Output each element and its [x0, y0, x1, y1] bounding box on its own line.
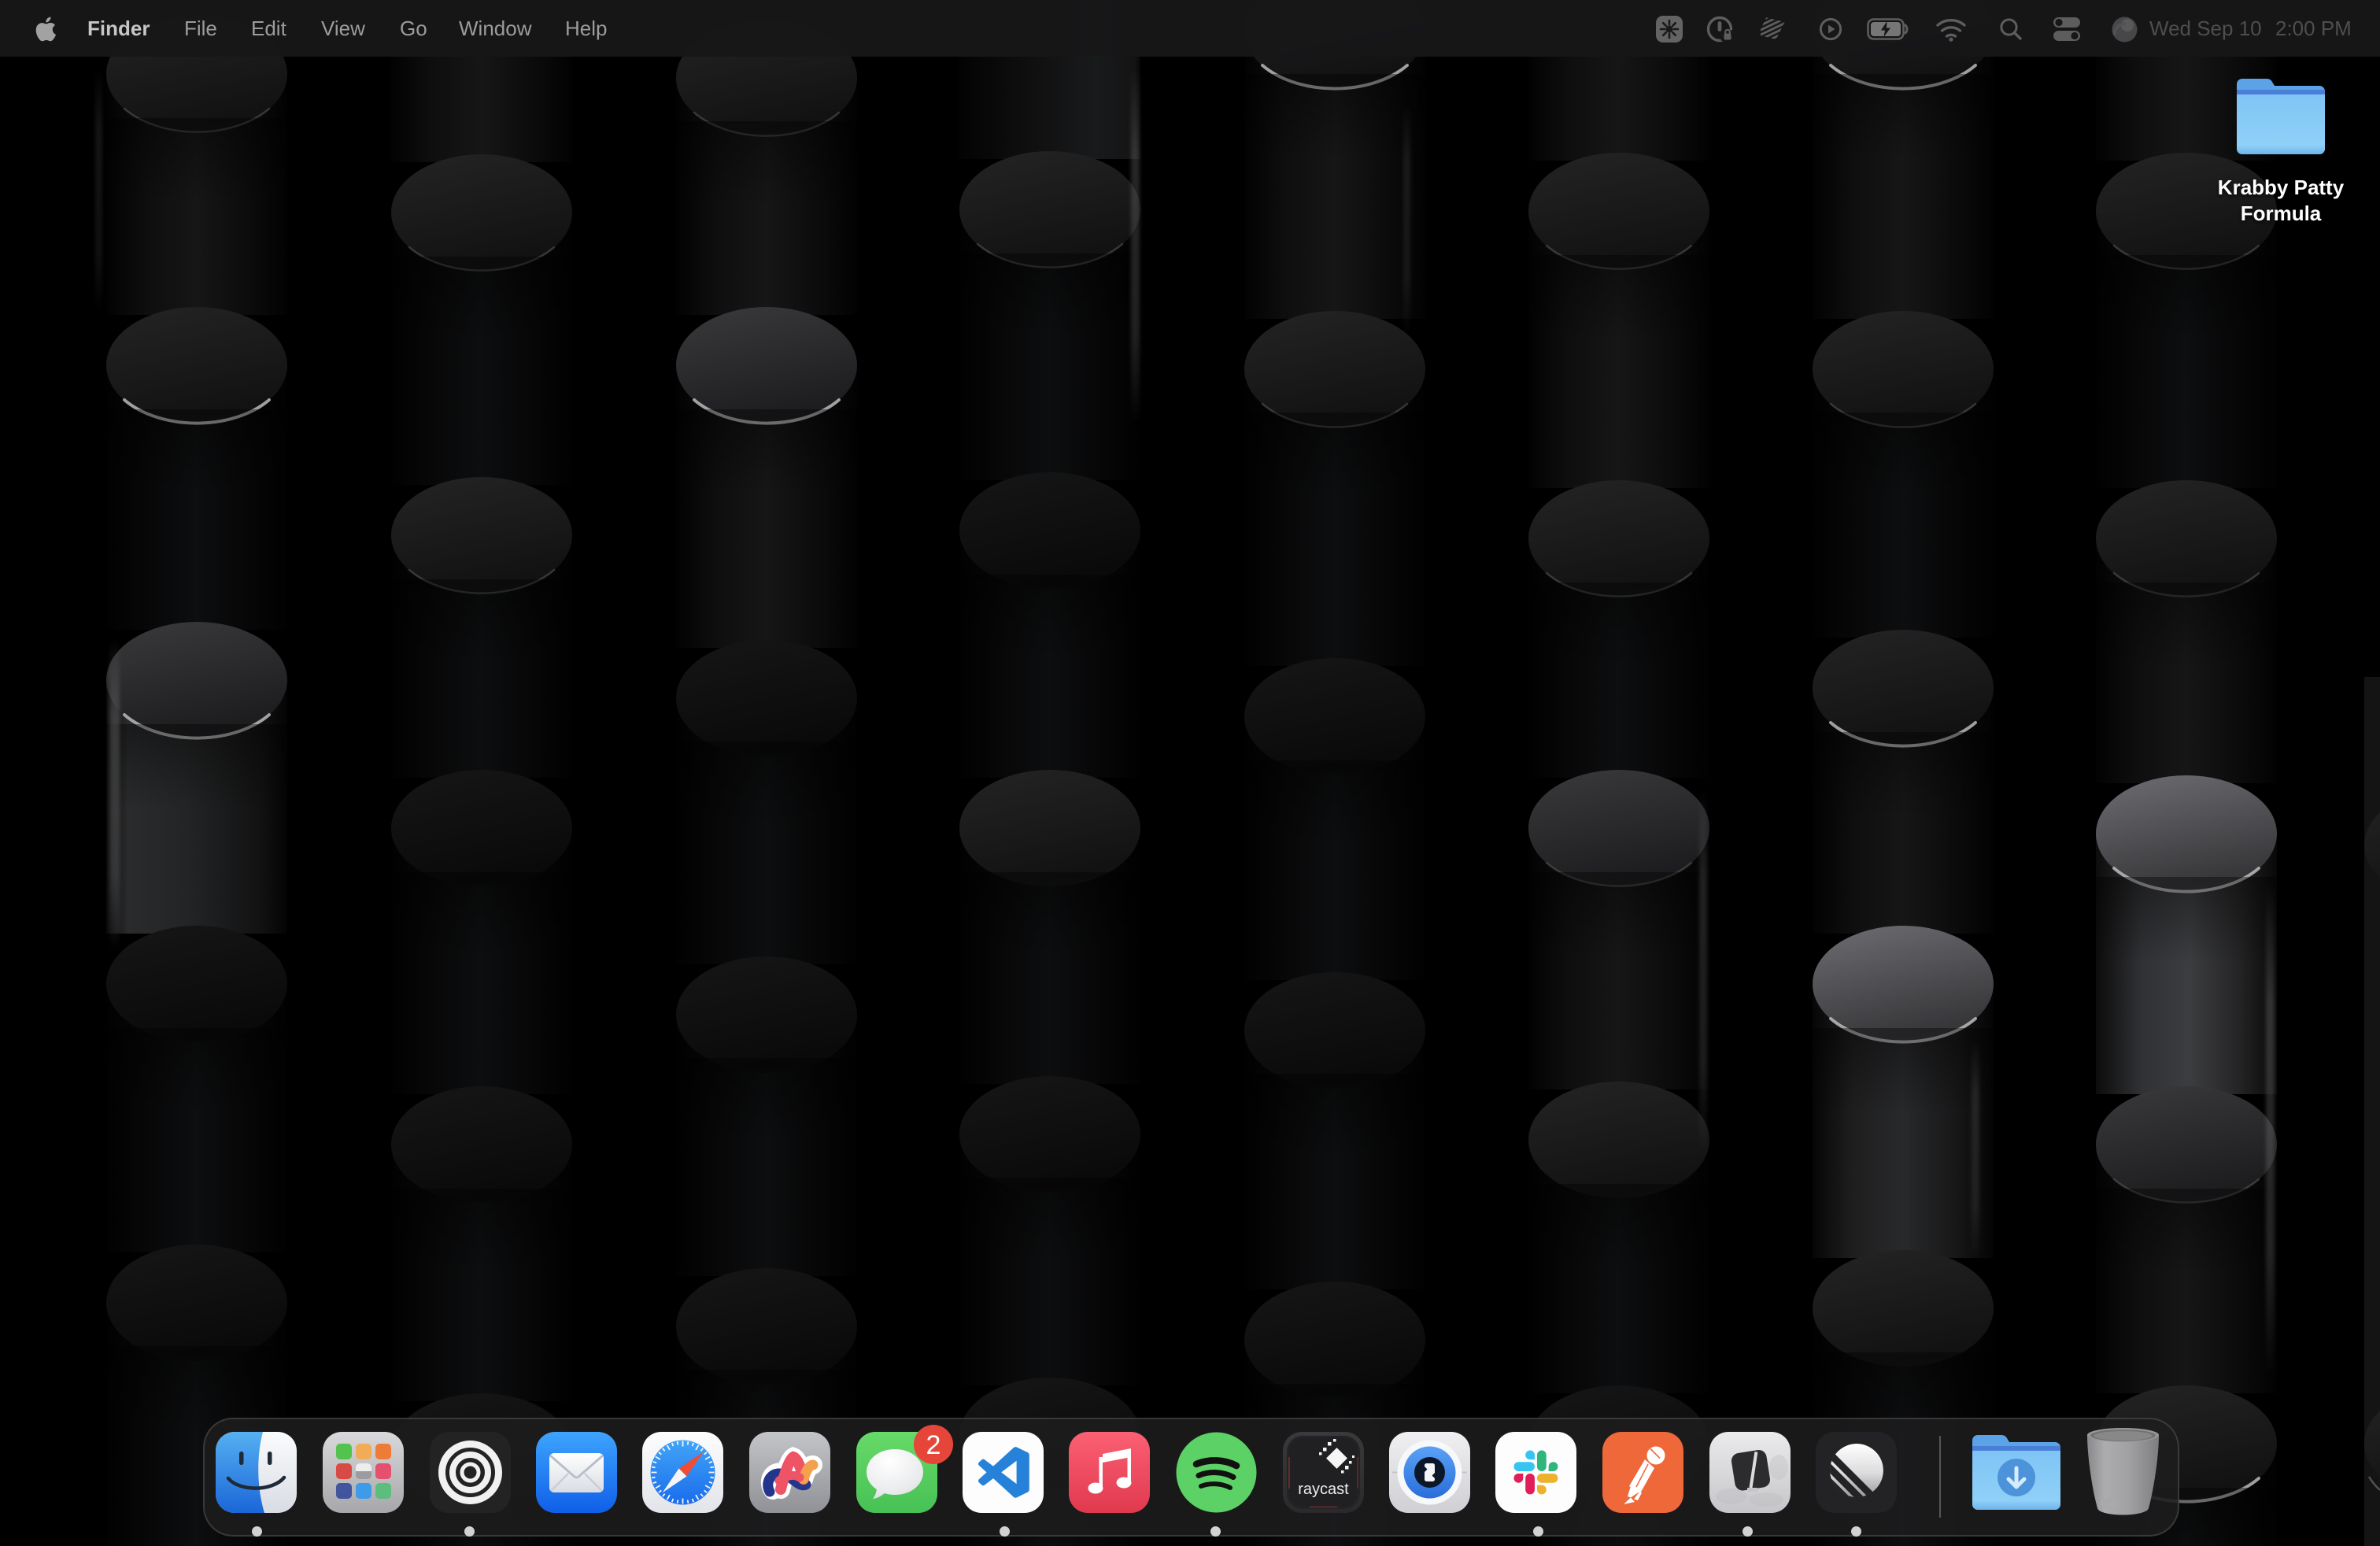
- svg-text:raycast: raycast: [1298, 1481, 1349, 1498]
- svg-text:2: 2: [926, 1430, 941, 1460]
